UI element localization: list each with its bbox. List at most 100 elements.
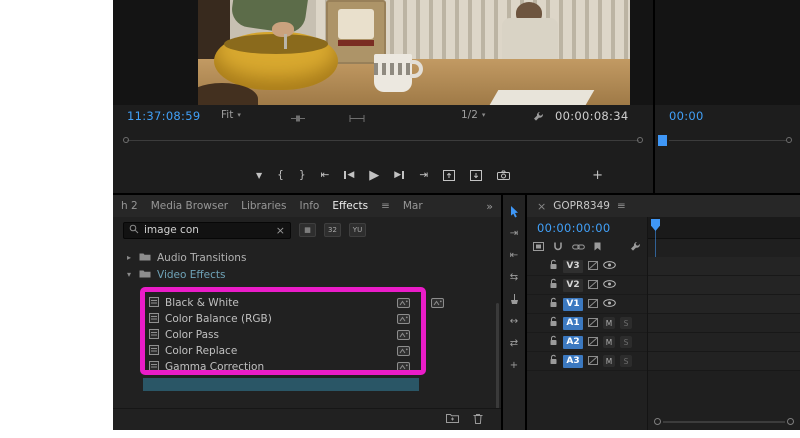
track-target-a3[interactable]: A3 bbox=[563, 355, 583, 368]
extract-button[interactable] bbox=[470, 170, 482, 181]
tab-markers[interactable]: Mar bbox=[403, 200, 423, 212]
mute-button[interactable]: M bbox=[603, 355, 615, 367]
track-lock-icon[interactable] bbox=[549, 316, 558, 330]
tab-info[interactable]: Info bbox=[299, 200, 319, 212]
secondary-timecode[interactable]: 00:00 bbox=[669, 109, 704, 123]
horizontal-scrollbar[interactable] bbox=[654, 418, 794, 426]
mute-button[interactable]: M bbox=[603, 317, 615, 329]
panel-menu-icon[interactable]: ≡ bbox=[381, 200, 390, 212]
export-frame-button[interactable] bbox=[497, 170, 510, 180]
effect-item-color-balance[interactable]: Color Balance (RGB) bbox=[113, 311, 501, 327]
video-lane-v3[interactable] bbox=[648, 257, 800, 276]
nest-toggle-icon[interactable] bbox=[533, 242, 544, 254]
track-target-a2[interactable]: A2 bbox=[563, 336, 583, 349]
go-to-in-button[interactable]: ⇤ bbox=[321, 169, 330, 181]
video-lane-v2[interactable] bbox=[648, 276, 800, 295]
slip-tool[interactable]: ↔ bbox=[510, 315, 518, 328]
scrollbar-left-handle[interactable] bbox=[654, 418, 661, 425]
track-lock-icon[interactable] bbox=[549, 297, 558, 311]
timeline-tracks-area[interactable] bbox=[647, 217, 800, 430]
mute-button[interactable]: M bbox=[603, 336, 615, 348]
accelerated-effects-filter[interactable]: ▦ bbox=[299, 223, 316, 237]
tab-overflow-icon[interactable]: » bbox=[486, 200, 493, 213]
chevron-right-icon[interactable]: ▸ bbox=[125, 253, 133, 262]
sync-lock-icon[interactable] bbox=[588, 298, 598, 311]
mark-in-button[interactable]: { bbox=[277, 169, 284, 181]
selection-tool[interactable] bbox=[510, 205, 519, 218]
effect-item-black-and-white[interactable]: Black & White bbox=[113, 295, 501, 311]
audio-lane-a3[interactable] bbox=[648, 352, 800, 371]
sync-lock-icon[interactable] bbox=[588, 355, 598, 368]
video-lane-v1[interactable] bbox=[648, 295, 800, 314]
mark-out-button[interactable]: } bbox=[299, 169, 306, 181]
32bit-effects-filter[interactable]: 32 bbox=[324, 223, 341, 237]
track-lock-icon[interactable] bbox=[549, 259, 558, 273]
new-custom-bin-icon[interactable] bbox=[446, 413, 459, 426]
panel-menu-icon[interactable]: ≡ bbox=[617, 200, 626, 212]
track-target-v2[interactable]: V2 bbox=[563, 279, 583, 292]
linked-selection-icon[interactable] bbox=[572, 242, 585, 254]
track-output-eye-icon[interactable] bbox=[603, 260, 616, 272]
timeline-ruler[interactable] bbox=[648, 217, 800, 239]
track-lock-icon[interactable] bbox=[549, 354, 558, 368]
yuv-effects-filter[interactable]: YU bbox=[349, 223, 366, 237]
sync-lock-icon[interactable] bbox=[588, 260, 598, 273]
playback-resolution-select[interactable]: 1/2 ▾ bbox=[461, 109, 485, 121]
timeline-timecode[interactable]: 00:00:00:00 bbox=[527, 217, 647, 239]
solo-button[interactable]: S bbox=[620, 336, 632, 348]
tab-media-browser[interactable]: Media Browser bbox=[151, 200, 228, 212]
audio-lane-a1[interactable] bbox=[648, 314, 800, 333]
chevron-down-icon[interactable]: ▾ bbox=[125, 270, 133, 279]
track-output-eye-icon[interactable] bbox=[603, 298, 616, 310]
sync-lock-icon[interactable] bbox=[588, 317, 598, 330]
step-forward-button[interactable]: ▶ bbox=[394, 170, 404, 180]
razor-tool[interactable] bbox=[510, 293, 519, 306]
bin-audio-transitions[interactable]: ▸ Audio Transitions bbox=[113, 249, 501, 266]
playhead-marker[interactable] bbox=[658, 135, 667, 146]
solo-button[interactable]: S bbox=[620, 355, 632, 367]
tab-libraries[interactable]: Libraries bbox=[241, 200, 286, 212]
scrollbar-track[interactable] bbox=[663, 421, 785, 423]
delete-icon[interactable] bbox=[473, 413, 483, 427]
add-marker-button[interactable]: ▼ bbox=[256, 171, 262, 180]
program-scrub-bar[interactable] bbox=[113, 127, 653, 157]
timeline-settings-wrench-icon[interactable] bbox=[630, 241, 641, 255]
add-marker-icon[interactable] bbox=[594, 242, 601, 254]
button-editor-plus[interactable]: + bbox=[592, 168, 603, 183]
settings-wrench-icon[interactable] bbox=[533, 111, 544, 125]
track-target-a1[interactable]: A1 bbox=[563, 317, 583, 330]
lift-button[interactable] bbox=[443, 170, 455, 181]
audio-lane-a2[interactable] bbox=[648, 333, 800, 352]
bin-video-effects[interactable]: ▾ Video Effects bbox=[113, 266, 501, 283]
zoom-tool[interactable]: + bbox=[510, 359, 518, 372]
snap-magnet-icon[interactable] bbox=[553, 242, 563, 255]
track-lock-icon[interactable] bbox=[549, 335, 558, 349]
sequence-tab[interactable]: GOPR8349 bbox=[553, 200, 610, 212]
slide-tool[interactable]: ⇄ bbox=[510, 337, 518, 350]
effect-item-color-replace[interactable]: Color Replace bbox=[113, 343, 501, 359]
effects-search-input[interactable]: image con × bbox=[123, 222, 291, 239]
track-lock-icon[interactable] bbox=[549, 278, 558, 292]
step-back-button[interactable]: ◀ bbox=[344, 170, 354, 180]
play-button[interactable]: ▶ bbox=[369, 168, 379, 183]
track-target-v1[interactable]: V1 bbox=[563, 298, 583, 311]
clear-search-icon[interactable]: × bbox=[276, 225, 285, 236]
playhead-timecode[interactable]: 11:37:08:59 bbox=[127, 109, 200, 123]
zoom-level-select[interactable]: Fit ▾ bbox=[221, 109, 241, 121]
ripple-edit-tool[interactable]: ⇤ bbox=[510, 249, 518, 262]
tab-effects[interactable]: Effects bbox=[332, 200, 368, 212]
track-target-v3[interactable]: V3 bbox=[563, 260, 583, 273]
secondary-scrub-bar[interactable] bbox=[655, 127, 800, 157]
track-output-eye-icon[interactable] bbox=[603, 279, 616, 291]
sync-lock-icon[interactable] bbox=[588, 336, 598, 349]
solo-button[interactable]: S bbox=[620, 317, 632, 329]
close-icon[interactable]: × bbox=[537, 200, 546, 213]
track-select-tool[interactable]: ⇥ bbox=[510, 227, 518, 240]
effect-item-color-pass[interactable]: Color Pass bbox=[113, 327, 501, 343]
go-to-out-button[interactable]: ⇥ bbox=[419, 169, 428, 181]
effect-item-gamma-correction[interactable]: Gamma Correction bbox=[113, 359, 501, 375]
partially-visible-selected-row[interactable] bbox=[143, 378, 419, 391]
rolling-edit-tool[interactable]: ⇆ bbox=[510, 271, 518, 284]
scrollbar-right-handle[interactable] bbox=[787, 418, 794, 425]
sync-lock-icon[interactable] bbox=[588, 279, 598, 292]
